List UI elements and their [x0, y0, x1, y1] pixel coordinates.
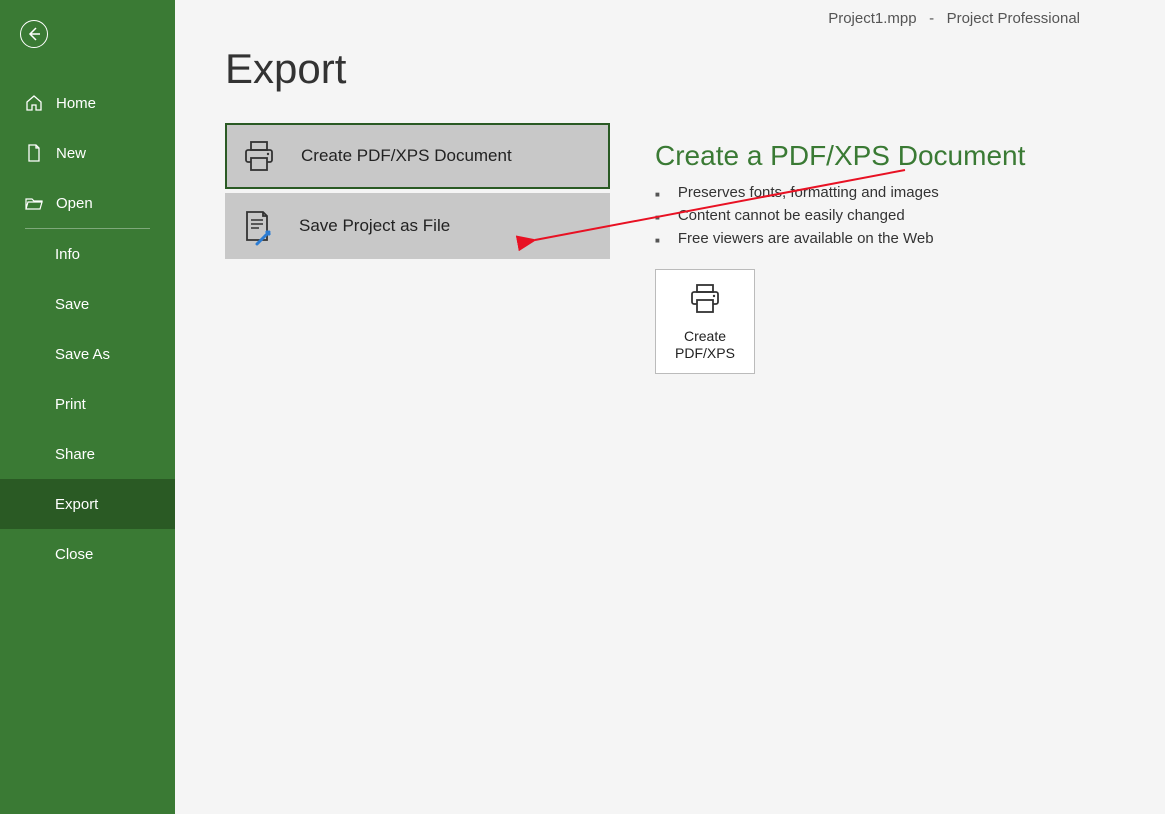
detail-bullet: Preserves fonts, formatting and images — [678, 184, 939, 201]
nav-label: Save As — [55, 346, 110, 363]
detail-bullet: Content cannot be easily changed — [678, 207, 905, 224]
title-sep: - — [929, 10, 934, 27]
back-arrow-icon — [26, 26, 42, 42]
backstage-sidebar: Home New Open Info Save Save As Print Sh… — [0, 0, 175, 814]
nav-label: Save — [55, 296, 89, 313]
nav-label: Share — [55, 446, 95, 463]
detail-bullets: Preserves fonts, formatting and images C… — [655, 184, 1125, 247]
action-button-label: Create PDF/XPS — [675, 328, 735, 362]
nav-label: Print — [55, 396, 86, 413]
nav-info[interactable]: Info — [0, 229, 175, 279]
export-option-label: Save Project as File — [299, 216, 450, 236]
nav-share[interactable]: Share — [0, 429, 175, 479]
nav-new[interactable]: New — [0, 128, 175, 178]
nav-export[interactable]: Export — [0, 479, 175, 529]
title-appname: Project Professional — [947, 10, 1080, 27]
create-pdfxps-button[interactable]: Create PDF/XPS — [655, 269, 755, 374]
nav-close[interactable]: Close — [0, 529, 175, 579]
nav-open[interactable]: Open — [0, 178, 175, 228]
document-icon — [24, 143, 44, 163]
title-filename: Project1.mpp — [828, 10, 916, 27]
nav-print[interactable]: Print — [0, 379, 175, 429]
export-option-saveasfile[interactable]: Save Project as File — [225, 193, 610, 259]
export-option-pdfxps[interactable]: Create PDF/XPS Document — [225, 123, 610, 189]
back-button[interactable] — [20, 20, 48, 48]
export-option-label: Create PDF/XPS Document — [301, 146, 512, 166]
home-icon — [24, 93, 44, 113]
printer-icon — [237, 134, 281, 178]
printer-icon — [685, 282, 725, 318]
detail-title: Create a PDF/XPS Document — [655, 140, 1125, 172]
nav-label: Close — [55, 546, 93, 563]
nav-save[interactable]: Save — [0, 279, 175, 329]
nav-save-as[interactable]: Save As — [0, 329, 175, 379]
folder-open-icon — [24, 193, 44, 213]
nav-label: Home — [56, 95, 96, 112]
nav-label: Export — [55, 496, 98, 513]
window-title: Project1.mpp - Project Professional — [828, 10, 1080, 27]
nav-home[interactable]: Home — [0, 78, 175, 128]
main-content: Project1.mpp - Project Professional Expo… — [175, 0, 1165, 814]
save-file-icon — [235, 204, 279, 248]
page-title: Export — [225, 45, 610, 93]
nav-label: New — [56, 145, 86, 162]
detail-bullet: Free viewers are available on the Web — [678, 230, 934, 247]
nav-label: Info — [55, 246, 80, 263]
nav-label: Open — [56, 195, 93, 212]
